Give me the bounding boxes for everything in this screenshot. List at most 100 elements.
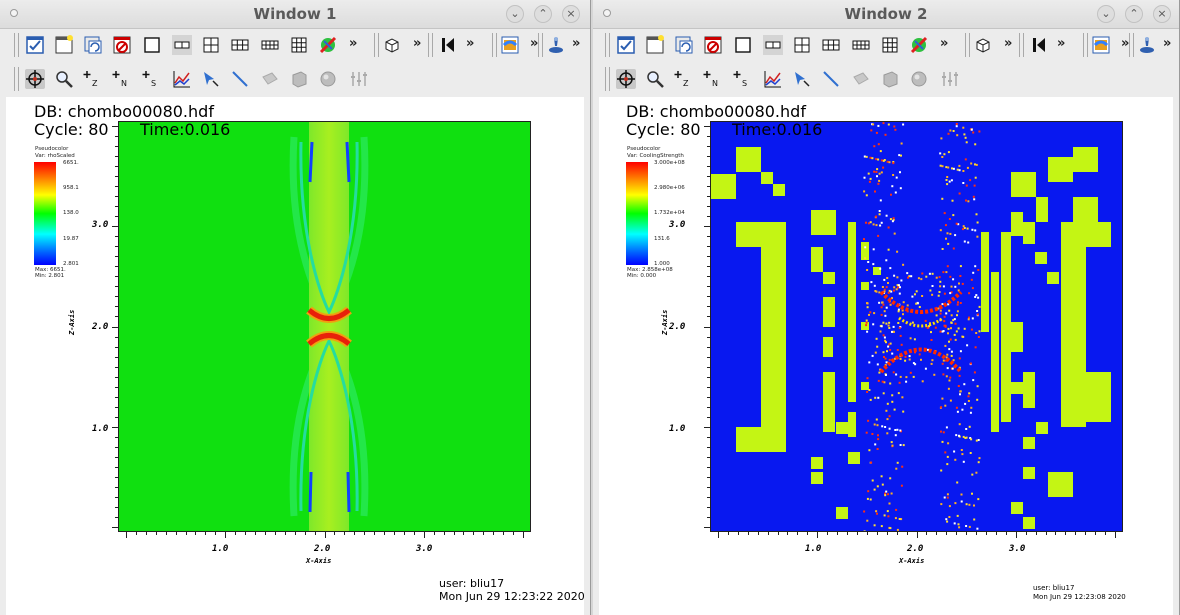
plane-tool-icon[interactable] <box>260 69 280 89</box>
navigate-icon[interactable] <box>25 69 45 89</box>
layout-2x3-icon[interactable] <box>821 35 841 55</box>
layout-3x3-icon[interactable] <box>880 35 900 55</box>
delete-window-icon[interactable] <box>112 35 132 55</box>
spreadsheet-pick-icon[interactable]: S <box>733 69 753 89</box>
lineout-icon[interactable] <box>763 69 783 89</box>
layout-2x3-icon[interactable] <box>230 35 250 55</box>
line-tool-icon[interactable] <box>821 69 841 89</box>
more-icon[interactable]: » <box>530 36 538 51</box>
speck <box>900 279 903 282</box>
lock-view-icon[interactable] <box>909 35 929 55</box>
toolbar-grip[interactable] <box>1083 33 1088 57</box>
x-tick-mark <box>364 532 366 535</box>
toolbar-grip[interactable] <box>1019 33 1024 57</box>
zoom-icon[interactable] <box>54 69 74 89</box>
toolbar-grip[interactable] <box>428 33 433 57</box>
spreadsheet-pick-icon[interactable]: S <box>142 69 162 89</box>
toolbar-grip[interactable] <box>14 33 19 57</box>
navigate-icon[interactable] <box>616 69 636 89</box>
node-pick-icon[interactable]: N <box>703 69 723 89</box>
y-tick-mark <box>115 516 118 518</box>
minimize-button[interactable]: ⌄ <box>1097 5 1115 23</box>
more-icon[interactable]: » <box>413 36 421 51</box>
speck <box>970 328 973 331</box>
toolbar-grip[interactable] <box>605 67 610 91</box>
more-icon[interactable]: » <box>349 36 357 51</box>
pick-icon[interactable] <box>546 35 566 55</box>
toolbar-grip[interactable] <box>965 33 970 57</box>
layout-2x2-icon[interactable] <box>201 35 221 55</box>
line-tool-icon[interactable] <box>230 69 250 89</box>
speck <box>886 418 889 421</box>
toolbar-grip[interactable] <box>374 33 379 57</box>
lineout-icon[interactable] <box>172 69 192 89</box>
more-icon[interactable]: » <box>466 36 474 51</box>
more-icon[interactable]: » <box>572 36 580 51</box>
layout-1x1-icon[interactable] <box>733 35 753 55</box>
more-icon[interactable]: » <box>1121 36 1129 51</box>
layout-1x2-icon[interactable] <box>172 35 192 55</box>
animation-prev-icon[interactable] <box>438 35 458 55</box>
plot-area[interactable] <box>710 121 1123 532</box>
plane-tool-icon[interactable] <box>851 69 871 89</box>
box-tool-icon[interactable] <box>289 69 309 89</box>
axis-restrict-icon[interactable] <box>940 69 960 89</box>
view-3d-icon[interactable] <box>382 35 402 55</box>
title-bar[interactable]: Window 2 ⌄ ⌃ × <box>593 0 1179 29</box>
zone-pick-icon[interactable]: Z <box>674 69 694 89</box>
y-tick-mark <box>707 506 710 508</box>
layout-2x4-icon[interactable] <box>260 35 280 55</box>
toolbar-grip[interactable] <box>605 33 610 57</box>
axis-restrict-icon[interactable] <box>349 69 369 89</box>
speck <box>967 200 970 203</box>
plot-icon[interactable] <box>1091 35 1111 55</box>
more-icon[interactable]: » <box>1163 36 1171 51</box>
point-tool-icon[interactable] <box>201 69 221 89</box>
more-icon[interactable]: » <box>1004 36 1012 51</box>
speck <box>883 336 886 339</box>
box-tool-icon[interactable] <box>880 69 900 89</box>
plot-area[interactable] <box>118 121 531 532</box>
more-icon[interactable]: » <box>940 36 948 51</box>
pick-icon[interactable] <box>1137 35 1157 55</box>
vis-canvas[interactable]: DB: chombo00080.hdf Cycle: 80 Time:0.016… <box>6 97 585 615</box>
animation-prev-icon[interactable] <box>1029 35 1049 55</box>
active-window-icon[interactable] <box>25 35 45 55</box>
maximize-button[interactable]: ⌃ <box>534 5 552 23</box>
y-tick-label: 2.0 <box>669 322 686 332</box>
layout-3x3-icon[interactable] <box>289 35 309 55</box>
active-window-icon[interactable] <box>616 35 636 55</box>
layout-1x2-icon[interactable] <box>763 35 783 55</box>
more-icon[interactable]: » <box>1057 36 1065 51</box>
layout-2x2-icon[interactable] <box>792 35 812 55</box>
vis-canvas[interactable]: DB: chombo00080.hdf Cycle: 80 Time:0.016… <box>599 97 1173 615</box>
layout-1x1-icon[interactable] <box>142 35 162 55</box>
close-button[interactable]: × <box>1153 5 1171 23</box>
copy-window-icon[interactable] <box>674 35 694 55</box>
zone-pick-icon[interactable]: Z <box>83 69 103 89</box>
sphere-tool-icon[interactable] <box>318 69 338 89</box>
zoom-icon[interactable] <box>645 69 665 89</box>
plot-icon[interactable] <box>500 35 520 55</box>
toolbar-grip[interactable] <box>14 67 19 91</box>
close-button[interactable]: × <box>562 5 580 23</box>
minimize-button[interactable]: ⌄ <box>506 5 524 23</box>
speck <box>907 276 909 279</box>
toolbar-grip[interactable] <box>1129 33 1134 57</box>
new-window-icon[interactable] <box>645 35 665 55</box>
layout-2x4-icon[interactable] <box>851 35 871 55</box>
maximize-button[interactable]: ⌃ <box>1125 5 1143 23</box>
y-tick-mark <box>115 436 118 438</box>
speck <box>943 315 946 318</box>
point-tool-icon[interactable] <box>792 69 812 89</box>
view-3d-icon[interactable] <box>973 35 993 55</box>
toolbar-grip[interactable] <box>492 33 497 57</box>
copy-window-icon[interactable] <box>83 35 103 55</box>
lock-view-icon[interactable] <box>318 35 338 55</box>
delete-window-icon[interactable] <box>703 35 723 55</box>
sphere-tool-icon[interactable] <box>909 69 929 89</box>
node-pick-icon[interactable]: N <box>112 69 132 89</box>
new-window-icon[interactable] <box>54 35 74 55</box>
toolbar-grip[interactable] <box>538 33 543 57</box>
title-bar[interactable]: Window 1 ⌄ ⌃ × <box>0 0 590 29</box>
